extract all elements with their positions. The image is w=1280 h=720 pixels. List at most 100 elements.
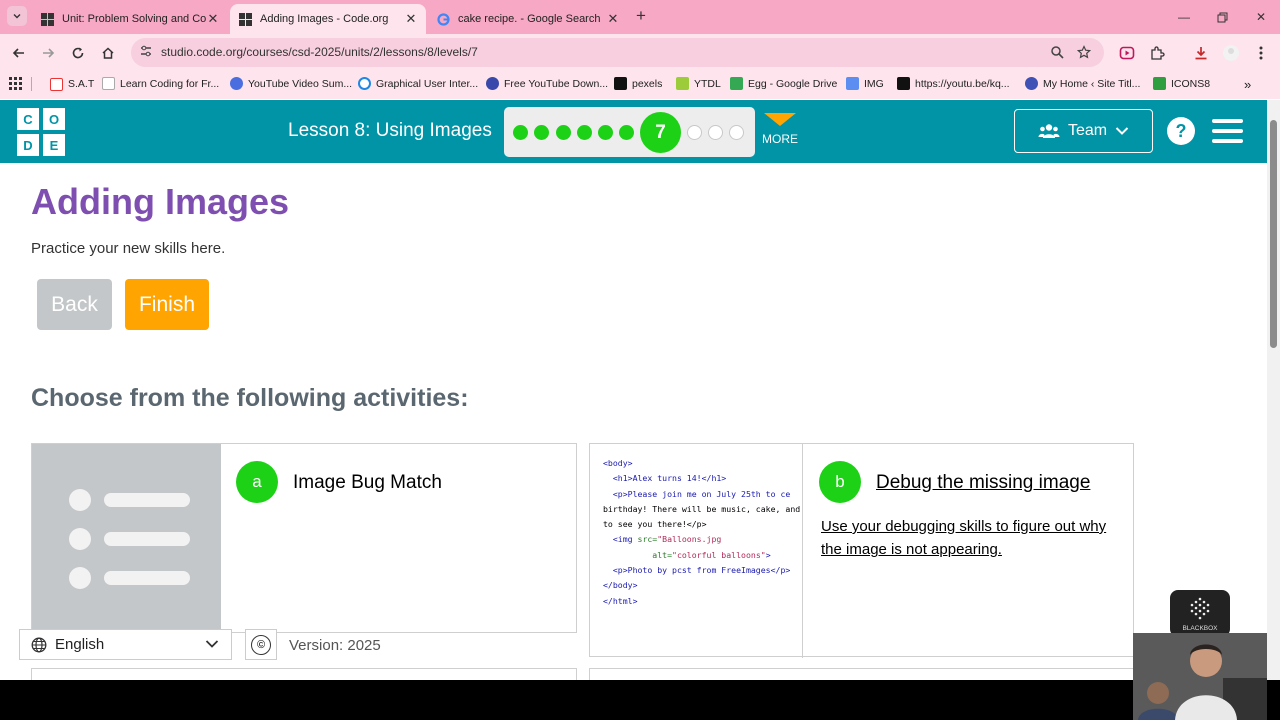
bookmark-sat[interactable]: S.A.T xyxy=(31,77,94,91)
apps-grid-icon[interactable] xyxy=(9,77,22,90)
placeholder-line xyxy=(104,571,190,585)
download-icon[interactable] xyxy=(1191,43,1211,63)
bookmark-label: Graphical User Inter... xyxy=(376,77,479,90)
tab-unit-problem-solving[interactable]: Unit: Problem Solving and Com ✕ xyxy=(32,4,228,34)
team-dropdown-button[interactable]: Team xyxy=(1014,109,1153,153)
level-dot-completed[interactable] xyxy=(619,125,634,140)
tab-cake-recipe[interactable]: cake recipe. - Google Search ✕ xyxy=(428,4,628,34)
level-dot-remaining[interactable] xyxy=(708,125,723,140)
bookmark-ytdl[interactable]: YTDL xyxy=(676,77,721,90)
home-button[interactable] xyxy=(97,42,119,64)
logo-letter: E xyxy=(43,134,65,156)
ytdl-favicon-icon xyxy=(676,77,689,90)
new-tab-button[interactable]: + xyxy=(632,7,650,26)
scrollbar-thumb[interactable] xyxy=(1270,120,1277,348)
browser-menu-icon[interactable] xyxy=(1251,43,1271,63)
code-org-favicon-icon xyxy=(40,12,54,26)
bookmark-label: ICONS8 xyxy=(1171,77,1211,90)
bookmark-label: pexels xyxy=(632,77,663,90)
level-dot-completed[interactable] xyxy=(577,125,592,140)
bookmark-learn-coding[interactable]: Learn Coding for Fr... xyxy=(102,77,219,90)
copyright-button[interactable]: © xyxy=(245,629,277,660)
logo-letter: O xyxy=(43,108,65,130)
browser-toolbar: studio.code.org/courses/csd-2025/units/2… xyxy=(0,34,1280,71)
code-org-logo[interactable]: C O D E xyxy=(17,108,66,156)
level-dot-completed[interactable] xyxy=(598,125,613,140)
tab-adding-images[interactable]: Adding Images - Code.org ✕ xyxy=(230,4,426,34)
users-icon xyxy=(1038,124,1060,138)
bookmark-egg-drive[interactable]: Egg - Google Drive xyxy=(730,77,837,90)
tab-title: Unit: Problem Solving and Com xyxy=(62,13,206,25)
level-progress-bar: 7 xyxy=(504,107,755,157)
forward-nav-button[interactable] xyxy=(37,42,59,64)
activity-card-partial[interactable] xyxy=(589,668,1134,680)
language-select[interactable]: English xyxy=(19,629,232,660)
copyright-icon: © xyxy=(251,634,271,655)
level-dot-completed[interactable] xyxy=(534,125,549,140)
page-favicon-icon xyxy=(102,77,115,90)
home-icon xyxy=(102,47,114,59)
back-nav-button[interactable] xyxy=(8,42,30,64)
page-scrollbar[interactable] xyxy=(1267,100,1280,680)
blackbox-logo-icon xyxy=(1190,597,1210,620)
bookmark-youtube-summary[interactable]: YouTube Video Sum... xyxy=(230,77,352,90)
activity-thumbnail-placeholder xyxy=(32,444,221,634)
chevron-down-icon xyxy=(205,640,219,648)
hamburger-menu-icon[interactable] xyxy=(1212,119,1243,143)
img-favicon-icon xyxy=(846,77,859,90)
page-subtitle: Practice your new skills here. xyxy=(31,240,226,257)
logo-letter: C xyxy=(17,108,39,130)
close-tab-icon[interactable]: ✕ xyxy=(404,11,418,27)
close-window-button[interactable]: ✕ xyxy=(1249,8,1273,26)
back-button[interactable]: Back xyxy=(37,279,112,330)
activity-title-link[interactable]: Debug the missing image xyxy=(876,472,1090,494)
site-settings-icon[interactable] xyxy=(139,44,153,63)
bookmark-star-icon[interactable] xyxy=(1076,45,1092,64)
blackbox-widget[interactable]: BLACKBOX xyxy=(1170,590,1230,637)
help-button[interactable]: ? xyxy=(1167,117,1195,145)
minimize-button[interactable]: — xyxy=(1172,8,1196,26)
tab-title: Adding Images - Code.org xyxy=(260,13,389,25)
page-title: Adding Images xyxy=(31,181,290,222)
level-dot-completed[interactable] xyxy=(556,125,571,140)
close-tab-icon[interactable]: ✕ xyxy=(206,11,220,27)
activity-title[interactable]: Image Bug Match xyxy=(293,472,442,494)
level-dot-current[interactable]: 7 xyxy=(640,112,681,153)
bookmark-img[interactable]: IMG xyxy=(846,77,884,90)
extensions-puzzle-icon[interactable] xyxy=(1147,43,1167,63)
restore-button[interactable] xyxy=(1210,8,1234,26)
level-dot-completed[interactable] xyxy=(513,125,528,140)
activity-card-a[interactable]: a Image Bug Match xyxy=(31,443,577,634)
placeholder-bullet xyxy=(69,567,91,589)
wordpress-favicon-icon xyxy=(1025,77,1038,90)
more-dropdown-button[interactable]: MORE xyxy=(762,111,798,155)
finish-button[interactable]: Finish xyxy=(125,279,209,330)
address-bar[interactable]: studio.code.org/courses/csd-2025/units/2… xyxy=(131,38,1104,67)
close-tab-icon[interactable]: ✕ xyxy=(606,11,620,27)
activity-card-b[interactable]: <body> <h1>Alex turns 14!</h1> <p>Please… xyxy=(589,443,1134,658)
chevron-down-icon xyxy=(1115,127,1129,135)
more-bookmarks-chevron-icon[interactable]: » xyxy=(1244,77,1251,92)
bookmark-gui[interactable]: Graphical User Inter... xyxy=(358,77,478,90)
activity-description-link[interactable]: Use your debugging skills to figure out … xyxy=(821,515,1121,561)
bookmark-free-youtube[interactable]: Free YouTube Down... xyxy=(486,77,608,90)
level-dot-remaining[interactable] xyxy=(687,125,702,140)
tab-search-button[interactable] xyxy=(7,6,27,26)
reload-button[interactable] xyxy=(67,42,89,64)
restore-icon xyxy=(1217,12,1227,22)
tab-title: cake recipe. - Google Search xyxy=(458,13,601,25)
zoom-icon[interactable] xyxy=(1050,45,1064,64)
bookmark-label: S.A.T xyxy=(68,78,95,90)
bookmark-my-home[interactable]: My Home ‹ Site Titl... xyxy=(1025,77,1140,90)
bookmark-label: https://youtu.be/kq... xyxy=(915,77,1010,90)
lesson-title[interactable]: Lesson 8: Using Images xyxy=(288,120,492,142)
bookmark-youtu-be[interactable]: https://youtu.be/kq... xyxy=(897,77,1010,90)
bookmark-pexels[interactable]: pexels xyxy=(614,77,662,90)
logo-letter: D xyxy=(17,134,39,156)
activity-card-partial[interactable] xyxy=(31,668,577,680)
bookmark-icons8[interactable]: ICONS8 xyxy=(1153,77,1210,90)
extension-media-icon[interactable] xyxy=(1117,43,1137,63)
profile-avatar-icon[interactable] xyxy=(1221,43,1241,63)
more-label: MORE xyxy=(762,132,798,146)
level-dot-remaining[interactable] xyxy=(729,125,744,140)
